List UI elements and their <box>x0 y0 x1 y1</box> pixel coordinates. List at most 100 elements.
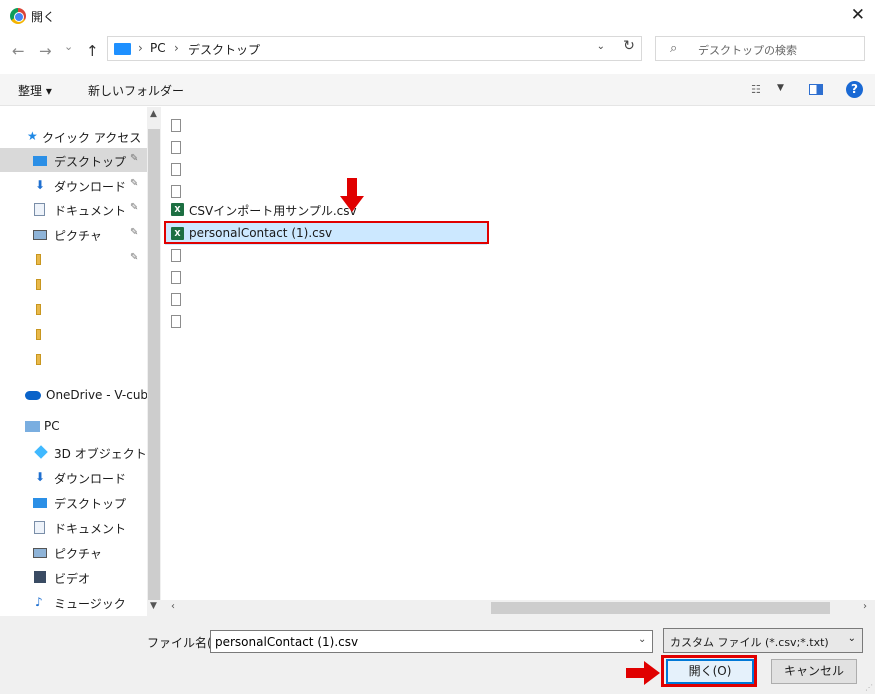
preview-pane-icon[interactable] <box>809 84 823 95</box>
breadcrumb-desktop[interactable]: デスクトップ <box>188 41 260 58</box>
sidebar-item-onedrive[interactable]: OneDrive - V-cube <box>0 383 147 407</box>
breadcrumb-pc[interactable]: PC <box>150 41 166 55</box>
forward-button[interactable]: → <box>39 42 52 60</box>
chevron-down-icon[interactable]: ⌄ <box>638 634 646 645</box>
blank-file-icon <box>171 293 181 306</box>
sidebar-item-documents[interactable]: ドキュメント <box>0 515 147 539</box>
sidebar-item-downloads[interactable]: ⬇ ダウンロード ✎ <box>0 173 147 197</box>
filetype-select[interactable]: カスタム ファイル (*.csv;*.txt) ⌄ <box>663 628 863 653</box>
chevron-up-icon[interactable]: ▲ <box>150 109 157 119</box>
onedrive-cloud-icon <box>25 391 41 400</box>
resize-grip-icon[interactable]: ⋰ <box>865 683 873 692</box>
highlight-box <box>661 655 757 687</box>
sidebar-item-label: PC <box>44 419 60 433</box>
chrome-icon <box>10 8 26 24</box>
chevron-down-icon[interactable]: ▼ <box>777 83 784 93</box>
up-button[interactable]: ↑ <box>86 42 99 60</box>
sidebar-item-folder[interactable] <box>0 322 147 346</box>
file-item[interactable]: X CSVインポート用サンプル.csv <box>165 199 495 221</box>
sidebar-item-videos[interactable]: ビデオ <box>0 565 147 589</box>
sidebar-item-pc[interactable]: PC <box>0 414 147 438</box>
folder-icon <box>36 254 41 265</box>
chevron-down-icon[interactable]: ⌄ <box>597 41 605 52</box>
sidebar-item-desktop[interactable]: デスクトップ ✎ <box>0 148 147 172</box>
sidebar-item-folder[interactable]: ✎ <box>0 247 147 271</box>
file-item[interactable] <box>165 311 495 333</box>
folder-icon <box>36 304 41 315</box>
filename-input[interactable] <box>210 630 653 653</box>
download-icon: ⬇ <box>35 470 46 484</box>
new-folder-button[interactable]: 新しいフォルダー <box>88 82 184 99</box>
breadcrumb-separator: › <box>174 41 179 55</box>
sidebar-item-label: ダウンロード <box>54 180 127 194</box>
file-name: CSVインポート用サンプル.csv <box>189 204 357 218</box>
sidebar-item-label: OneDrive - V-cube <box>46 388 147 402</box>
sidebar-item-downloads[interactable]: ⬇ ダウンロード <box>0 465 147 489</box>
red-arrow-right-icon <box>626 661 660 685</box>
file-item[interactable] <box>165 267 495 289</box>
back-button[interactable]: ← <box>12 42 25 60</box>
navigation-pane: ★ クイック アクセス デスクトップ ✎ ⬇ ダウンロード ✎ ドキュメント ✎… <box>0 107 147 613</box>
blank-file-icon <box>171 141 181 154</box>
sidebar-item-quick-access[interactable]: ★ クイック アクセス <box>0 124 147 148</box>
sidebar-item-folder[interactable] <box>0 347 147 371</box>
file-item[interactable] <box>165 289 495 311</box>
chevron-right-icon[interactable]: › <box>863 601 867 612</box>
sidebar-item-label: ドキュメント <box>54 522 127 536</box>
music-icon: ♪ <box>35 595 43 609</box>
sidebar-item-desktop[interactable]: デスクトップ <box>0 490 147 514</box>
search-input[interactable]: ⌕ デスクトップの検索 <box>655 36 865 61</box>
document-icon <box>34 521 45 534</box>
address-bar[interactable]: › PC › デスクトップ ⌄ <box>107 36 642 61</box>
pin-icon: ✎ <box>130 252 139 263</box>
filetype-value: カスタム ファイル (*.csv;*.txt) <box>670 636 829 649</box>
download-icon: ⬇ <box>35 178 46 192</box>
sidebar-item-folder[interactable] <box>0 297 147 321</box>
sidebar-item-label: デスクトップ <box>54 155 127 169</box>
sidebar-item-label: 3D オブジェクト <box>54 447 147 461</box>
chevron-left-icon[interactable]: ‹ <box>171 601 175 612</box>
pin-icon: ✎ <box>130 202 139 213</box>
excel-csv-icon: X <box>171 203 184 216</box>
blank-file-icon <box>171 315 181 328</box>
file-item[interactable] <box>165 115 495 137</box>
sidebar-item-label: ビデオ <box>54 572 91 586</box>
sidebar-item-pictures[interactable]: ピクチャ <box>0 540 147 564</box>
sidebar-item-documents[interactable]: ドキュメント ✎ <box>0 197 147 221</box>
window-title: 開く <box>31 10 56 24</box>
sidebar-item-label: ドキュメント <box>54 204 127 218</box>
file-item[interactable] <box>165 159 495 181</box>
cancel-button[interactable]: キャンセル <box>771 659 857 684</box>
blank-file-icon <box>171 185 181 198</box>
3d-objects-icon <box>34 445 48 459</box>
file-list: X CSVインポート用サンプル.csv X personalContact (1… <box>165 107 875 600</box>
scrollbar-thumb[interactable] <box>491 602 830 614</box>
desktop-icon <box>33 156 47 166</box>
blank-file-icon <box>171 271 181 284</box>
pin-icon: ✎ <box>130 227 139 238</box>
folder-icon <box>36 329 41 340</box>
toolbar: 整理 ▾ 新しいフォルダー ☷ ▼ ? <box>0 74 875 106</box>
highlight-box <box>164 221 489 244</box>
horizontal-scrollbar[interactable]: ▼ ‹ › <box>147 600 875 616</box>
refresh-icon[interactable]: ↻ <box>616 38 642 58</box>
chevron-down-icon[interactable]: ▼ <box>150 601 157 611</box>
sidebar-item-label: ピクチャ <box>54 547 102 561</box>
sidebar-item-music[interactable]: ♪ ミュージック <box>0 590 147 613</box>
sidebar-item-3d-objects[interactable]: 3D オブジェクト <box>0 440 147 464</box>
file-item[interactable] <box>165 245 495 267</box>
help-icon[interactable]: ? <box>846 81 863 98</box>
picture-icon <box>33 548 47 558</box>
scrollbar-thumb[interactable] <box>148 129 160 657</box>
sidebar-item-label: ダウンロード <box>54 472 127 486</box>
recent-locations-button[interactable]: ⌄ <box>64 40 73 53</box>
close-button[interactable]: ✕ <box>851 5 865 25</box>
file-item[interactable] <box>165 137 495 159</box>
video-icon <box>34 571 46 583</box>
view-options-icon[interactable]: ☷ <box>751 83 761 96</box>
sidebar-item-folder[interactable] <box>0 272 147 296</box>
blank-file-icon <box>171 249 181 262</box>
organize-menu[interactable]: 整理 ▾ <box>18 82 52 99</box>
nav-pane-scrollbar[interactable]: ▲ <box>147 107 161 657</box>
sidebar-item-pictures[interactable]: ピクチャ ✎ <box>0 222 147 246</box>
